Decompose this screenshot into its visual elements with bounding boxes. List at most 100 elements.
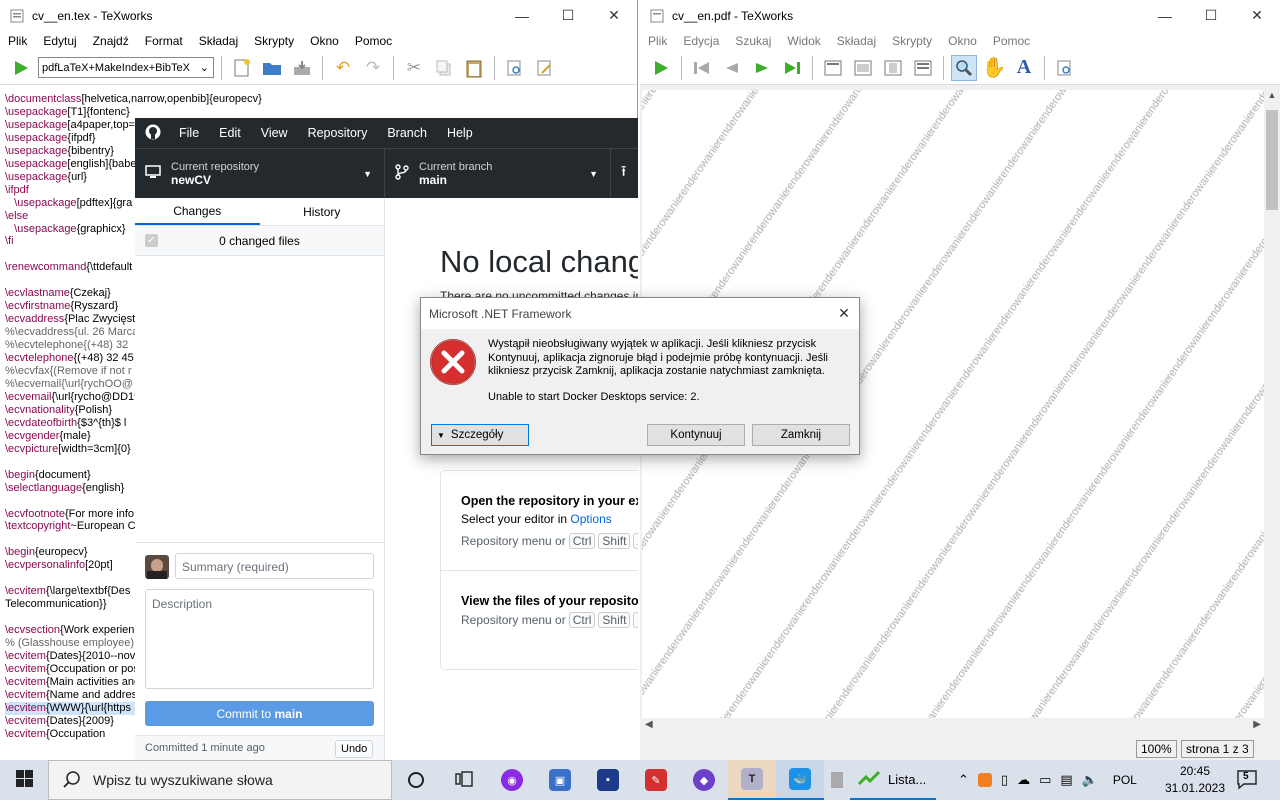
language-indicator[interactable]: POL [1113,773,1137,787]
menu-skrypty[interactable]: Skrypty [884,34,940,48]
taskbar-app-texworks[interactable]: T [728,760,776,800]
menu-znajdz[interactable]: Znajdź [85,34,137,48]
menu-plik[interactable]: Plik [640,34,675,48]
summary-input[interactable]: Summary (required) [175,553,374,579]
menu-edycja[interactable]: Edycja [675,34,727,48]
code-line[interactable]: \documentclass[helvetica,narrow,openbib]… [5,93,637,106]
maximize-button[interactable]: ☐ [545,0,591,31]
taskbar-search-box[interactable]: Wpisz tu wyszukiwane słowa [48,760,392,800]
save-icon[interactable] [289,55,315,81]
menu-format[interactable]: Format [137,34,191,48]
start-button[interactable] [0,760,48,800]
tray-cloud-icon[interactable]: ☁ [1017,772,1030,788]
task-view-button[interactable] [440,760,488,800]
page-indicator[interactable]: strona 1 z 3 [1181,740,1254,758]
menu-skladaj[interactable]: Składaj [829,34,884,48]
gh-menu-help[interactable]: Help [437,126,483,140]
minimize-button[interactable]: — [1142,0,1188,31]
tray-chevron-up-icon[interactable]: ⌃ [958,772,969,788]
commit-button[interactable]: Commit to main [145,701,374,726]
current-branch-dropdown[interactable]: Current branch main ▼ [385,149,611,198]
clock[interactable]: 20:45 31.01.2023 [1160,763,1230,797]
options-link[interactable]: Options [570,512,611,526]
maximize-button[interactable]: ☐ [1188,0,1234,31]
continue-button[interactable]: Kontynuuj [647,424,745,446]
actual-size-icon[interactable] [820,55,846,81]
fit-window-icon[interactable] [910,55,936,81]
undo-button[interactable]: Undo [335,740,374,758]
zoom-level[interactable]: 100% [1136,740,1177,758]
replace-icon[interactable] [532,55,558,81]
menu-plik[interactable]: Plik [0,34,35,48]
hand-scroll-icon[interactable]: ✋ [981,55,1007,81]
description-textarea[interactable]: Description [145,589,374,689]
cortana-button[interactable] [392,760,440,800]
first-page-icon[interactable] [689,55,715,81]
gh-menu-repository[interactable]: Repository [298,126,378,140]
gh-menu-edit[interactable]: Edit [209,126,251,140]
push-button[interactable]: ⭱ [611,149,638,198]
tray-network-icon[interactable]: ▤ [1060,772,1072,788]
taskbar-app-github[interactable]: ◆ [680,760,728,800]
undo-icon[interactable]: ↶ [330,55,356,81]
menu-okno[interactable]: Okno [302,34,347,48]
dialog-close-icon[interactable]: ✕ [829,305,859,322]
scroll-left-arrow[interactable]: ◀ [645,719,653,730]
taskbar-app-docker[interactable]: 🐳 [776,760,824,800]
menu-skrypty[interactable]: Skrypty [246,34,302,48]
tray-battery-icon[interactable]: ▭ [1039,772,1051,788]
taskbar-app-network[interactable]: ▣ [536,760,584,800]
menu-widok[interactable]: Widok [779,34,828,48]
taskbar-app-podcast[interactable]: ◉ [488,760,536,800]
taskbar-app-save[interactable]: ▪ [584,760,632,800]
menu-szukaj[interactable]: Szukaj [727,34,779,48]
close-button[interactable]: ✕ [1234,0,1280,31]
notification-center-button[interactable]: 5 [1236,768,1260,792]
typeset-play-icon[interactable] [8,55,34,81]
pdf-horizontal-scrollbar[interactable]: ◀ ▶ [642,718,1264,734]
redo-icon[interactable]: ↷ [360,55,386,81]
paste-icon[interactable] [461,55,487,81]
tray-device-icon[interactable]: ▯ [1001,772,1008,788]
gh-menu-branch[interactable]: Branch [377,126,437,140]
open-folder-icon[interactable] [259,55,285,81]
next-page-icon[interactable] [749,55,775,81]
tray-app-icon[interactable] [977,773,992,787]
menu-pomoc[interactable]: Pomoc [347,34,400,48]
taskbar-app-lista[interactable]: Lista... [850,760,937,800]
last-page-icon[interactable] [779,55,805,81]
tab-history[interactable]: History [260,198,385,225]
taskbar-app-other[interactable] [824,760,850,800]
select-all-checkbox[interactable]: ✓ [145,234,158,247]
tray-volume-icon[interactable]: 🔈 [1082,772,1098,788]
scroll-right-arrow[interactable]: ▶ [1253,719,1261,730]
tab-changes[interactable]: Changes [135,198,260,225]
details-button[interactable]: ▼ Szczegóły [431,424,529,446]
gh-menu-view[interactable]: View [251,126,298,140]
copy-icon[interactable] [431,55,457,81]
magnify-icon[interactable] [951,54,977,81]
fit-page-icon[interactable] [880,55,906,81]
current-repository-dropdown[interactable]: Current repository newCV ▼ [135,149,385,198]
scrollbar-thumb[interactable] [1266,110,1278,210]
typeset-play-icon[interactable] [648,55,674,81]
cut-icon[interactable]: ✂ [401,55,427,81]
close-button[interactable]: ✕ [591,0,637,31]
prev-page-icon[interactable] [719,55,745,81]
menu-skladaj[interactable]: Składaj [191,34,246,48]
minimize-button[interactable]: — [499,0,545,31]
code-line[interactable]: \usepackage[T1]{fontenc} [5,106,637,119]
menu-pomoc[interactable]: Pomoc [985,34,1038,48]
close-app-button[interactable]: Zamknij [752,424,850,446]
engine-select[interactable]: pdfLaTeX+MakeIndex+BibTeX ⌄ [38,57,214,78]
select-text-icon[interactable]: A [1011,55,1037,81]
find-icon[interactable] [502,55,528,81]
gh-menu-file[interactable]: File [169,126,209,140]
taskbar-app-pdf[interactable]: ✎ [632,760,680,800]
pdf-vertical-scrollbar[interactable]: ▲ [1264,90,1280,718]
find-icon[interactable] [1052,55,1078,81]
menu-okno[interactable]: Okno [940,34,985,48]
new-document-icon[interactable] [229,55,255,81]
scroll-up-arrow[interactable]: ▲ [1264,90,1280,106]
menu-edytuj[interactable]: Edytuj [35,34,84,48]
